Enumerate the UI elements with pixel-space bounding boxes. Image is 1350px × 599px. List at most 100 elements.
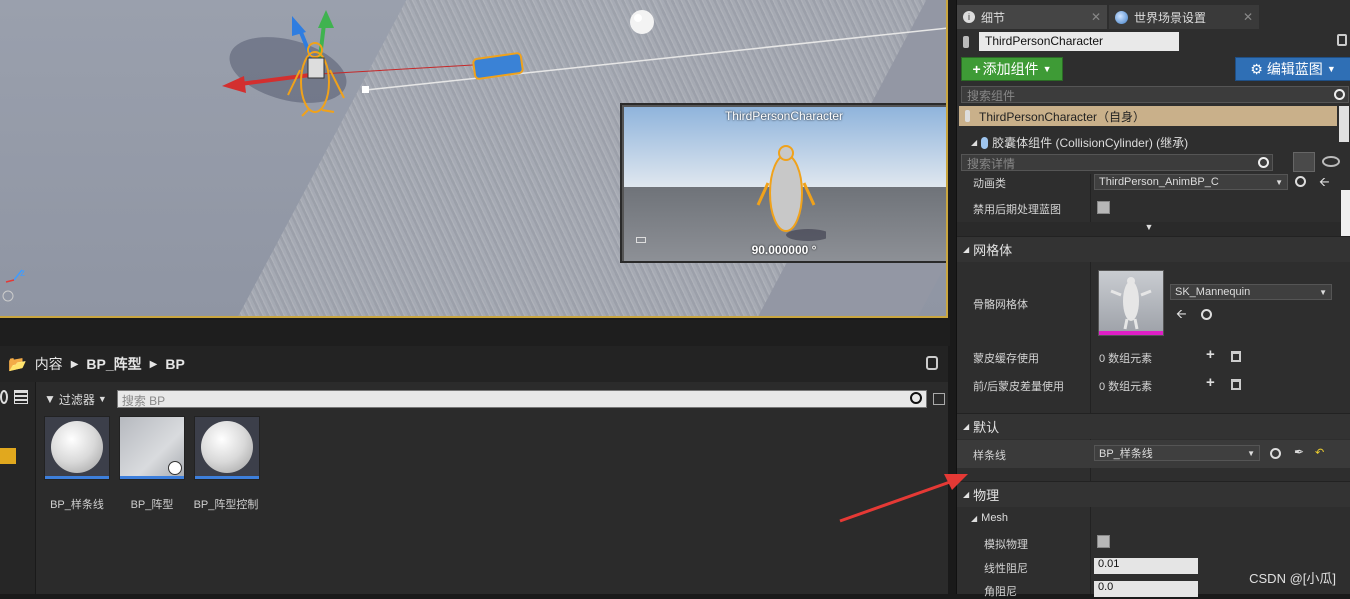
camera-preview: ThirdPersonCharacter 90.000000 °	[620, 103, 946, 263]
search-components-placeholder: 搜索组件	[967, 89, 1016, 103]
subsection-mesh[interactable]: ◢ Mesh	[971, 512, 1008, 524]
tab-details[interactable]: i 细节 ✕	[957, 5, 1107, 29]
eyedropper-icon[interactable]: ✒	[1294, 445, 1304, 459]
folder-open-icon[interactable]: 📂	[8, 355, 27, 373]
component-self-row[interactable]: ThirdPersonCharacter（自身）	[959, 106, 1337, 126]
actor-name-field[interactable]: ThirdPersonCharacter	[979, 32, 1179, 51]
skin-cache-value: 0 数组元素	[1099, 353, 1153, 365]
globe-icon	[1115, 10, 1128, 24]
use-selected-icon[interactable]: 🡨	[1176, 305, 1187, 327]
browse-icon[interactable]	[1201, 309, 1212, 320]
section-physics[interactable]: ◢ 物理	[957, 481, 1350, 507]
section-default[interactable]: ◢ 默认	[957, 413, 1350, 439]
search-icon	[1334, 89, 1345, 100]
eye-icon[interactable]	[1322, 156, 1340, 167]
breadcrumb-item-bp-formation[interactable]: BP_阵型	[86, 354, 141, 374]
lock-icon[interactable]	[926, 356, 938, 370]
spline-label: 样条线	[973, 450, 1006, 462]
breadcrumb-item-content[interactable]: 内容	[35, 354, 63, 374]
svg-text:z: z	[20, 268, 25, 279]
browse-icon[interactable]	[1295, 176, 1306, 187]
axis-indicator: z	[5, 268, 25, 283]
expand-triangle-icon: ◢	[971, 513, 978, 523]
list-view-icon[interactable]	[14, 390, 28, 404]
expand-triangle-icon: ◢	[971, 138, 978, 147]
grid-view-icon[interactable]	[1293, 152, 1315, 172]
spline-line	[365, 27, 946, 91]
skeletal-mesh-thumbnail[interactable]	[1098, 270, 1164, 336]
search-details-input[interactable]: 搜索详情	[961, 154, 1273, 171]
simulate-physics-checkbox[interactable]	[1097, 535, 1110, 548]
actor-icon	[965, 110, 970, 122]
angular-damping-input[interactable]: 0.0	[1094, 581, 1198, 597]
preview-camera-icon	[636, 237, 646, 243]
plus-icon: +	[972, 61, 981, 77]
capsule-row-label: 胶囊体组件 (CollisionCylinder) (继承)	[992, 136, 1189, 150]
reset-icon[interactable]: ↶	[1315, 446, 1324, 459]
add-component-button[interactable]: + 添加组件 ▼	[961, 57, 1063, 81]
watermark: CSDN @[小瓜]	[1249, 571, 1336, 586]
morph-value: 0 数组元素	[1099, 381, 1153, 393]
component-scrollbar[interactable]	[1339, 106, 1349, 142]
breadcrumb: 📂 内容 ▶ BP_阵型 ▶ BP	[0, 346, 948, 382]
search-icon	[910, 392, 922, 404]
skeletal-mesh-type-bar	[1099, 331, 1163, 335]
save-icon[interactable]	[933, 393, 945, 405]
content-search-input[interactable]: 搜索 BP	[116, 390, 927, 408]
sources-panel-collapsed	[0, 382, 36, 594]
angular-damping-label: 角阻尼	[984, 586, 1017, 598]
section-mesh[interactable]: ◢ 网格体	[957, 236, 1350, 262]
anim-class-label: 动画类	[973, 178, 1006, 190]
close-icon[interactable]: ✕	[1091, 10, 1101, 24]
add-element-icon[interactable]: +	[1206, 374, 1215, 391]
section-physics-label: 物理	[973, 488, 1000, 503]
splitter[interactable]	[0, 320, 950, 346]
content-search-placeholder: 搜索 BP	[121, 394, 166, 408]
search-icon	[1258, 157, 1269, 168]
filter-icon: ▼	[44, 392, 56, 406]
chevron-down-icon: ▼	[1319, 287, 1327, 297]
use-selected-icon[interactable]: 🡨	[1319, 173, 1330, 195]
folder-highlight[interactable]	[0, 448, 16, 464]
asset-tile-bp-spline[interactable]	[44, 416, 110, 480]
linear-damping-input[interactable]: 0.01	[1094, 558, 1198, 574]
trash-icon[interactable]	[1231, 379, 1241, 390]
simulate-physics-label: 模拟物理	[984, 539, 1028, 551]
browse-icon[interactable]	[1270, 448, 1281, 459]
asset-label: BP_阵型控制	[193, 499, 259, 511]
spline-combo[interactable]: BP_样条线 ▼	[1094, 445, 1260, 461]
actor-icon	[963, 36, 969, 48]
lock-icon[interactable]	[1337, 34, 1347, 46]
filter-button[interactable]: ▼ 过滤器 ▼	[40, 391, 111, 408]
trash-icon[interactable]	[1231, 351, 1241, 362]
blueprint-type-bar	[120, 476, 184, 479]
add-element-icon[interactable]: +	[1206, 346, 1215, 363]
expand-triangle-icon: ◢	[963, 490, 970, 499]
asset-tile-bp-formation[interactable]	[119, 416, 185, 480]
component-capsule-row[interactable]: ◢ 胶囊体组件 (CollisionCylinder) (继承)	[971, 134, 1188, 151]
skin-cache-label: 蒙皮缓存使用	[973, 353, 1039, 365]
asset-tile-bp-formation-control[interactable]	[194, 416, 260, 480]
disable-post-label: 禁用后期处理蓝图	[973, 204, 1061, 216]
chevron-down-icon: ▼	[1042, 64, 1052, 74]
section-mesh-label: 网格体	[973, 243, 1013, 258]
skeletal-mesh-combo[interactable]: SK_Mannequin ▼	[1170, 284, 1332, 300]
search-components-input[interactable]: 搜索组件	[961, 86, 1349, 103]
blueprint-type-bar	[45, 476, 109, 479]
edit-blueprint-button[interactable]: ⚙ 编辑蓝图 ▼	[1235, 57, 1350, 81]
skeletal-mesh-value: SK_Mannequin	[1175, 286, 1251, 298]
details-panel: i 细节 ✕ 世界场景设置 ✕ ThirdPersonCharacter + 添…	[956, 0, 1350, 598]
edit-blueprint-label: 编辑蓝图	[1266, 61, 1323, 77]
tab-bar: i 细节 ✕ 世界场景设置 ✕	[957, 5, 1350, 29]
disable-post-checkbox[interactable]	[1097, 201, 1110, 214]
search-icon[interactable]	[0, 390, 8, 404]
breadcrumb-item-bp[interactable]: BP	[165, 356, 184, 372]
tab-world-settings[interactable]: 世界场景设置 ✕	[1109, 5, 1259, 29]
level-viewport[interactable]: z ThirdPersonCharacter 90.000000 °	[0, 0, 948, 318]
spline-point	[362, 86, 369, 93]
advanced-expand-arrow[interactable]: ▼	[957, 222, 1341, 236]
search-details-placeholder: 搜索详情	[967, 157, 1016, 171]
close-icon[interactable]: ✕	[1243, 10, 1253, 24]
anim-class-combo[interactable]: ThirdPerson_AnimBP_C ▼	[1094, 174, 1288, 190]
spline-sprite	[472, 52, 524, 80]
